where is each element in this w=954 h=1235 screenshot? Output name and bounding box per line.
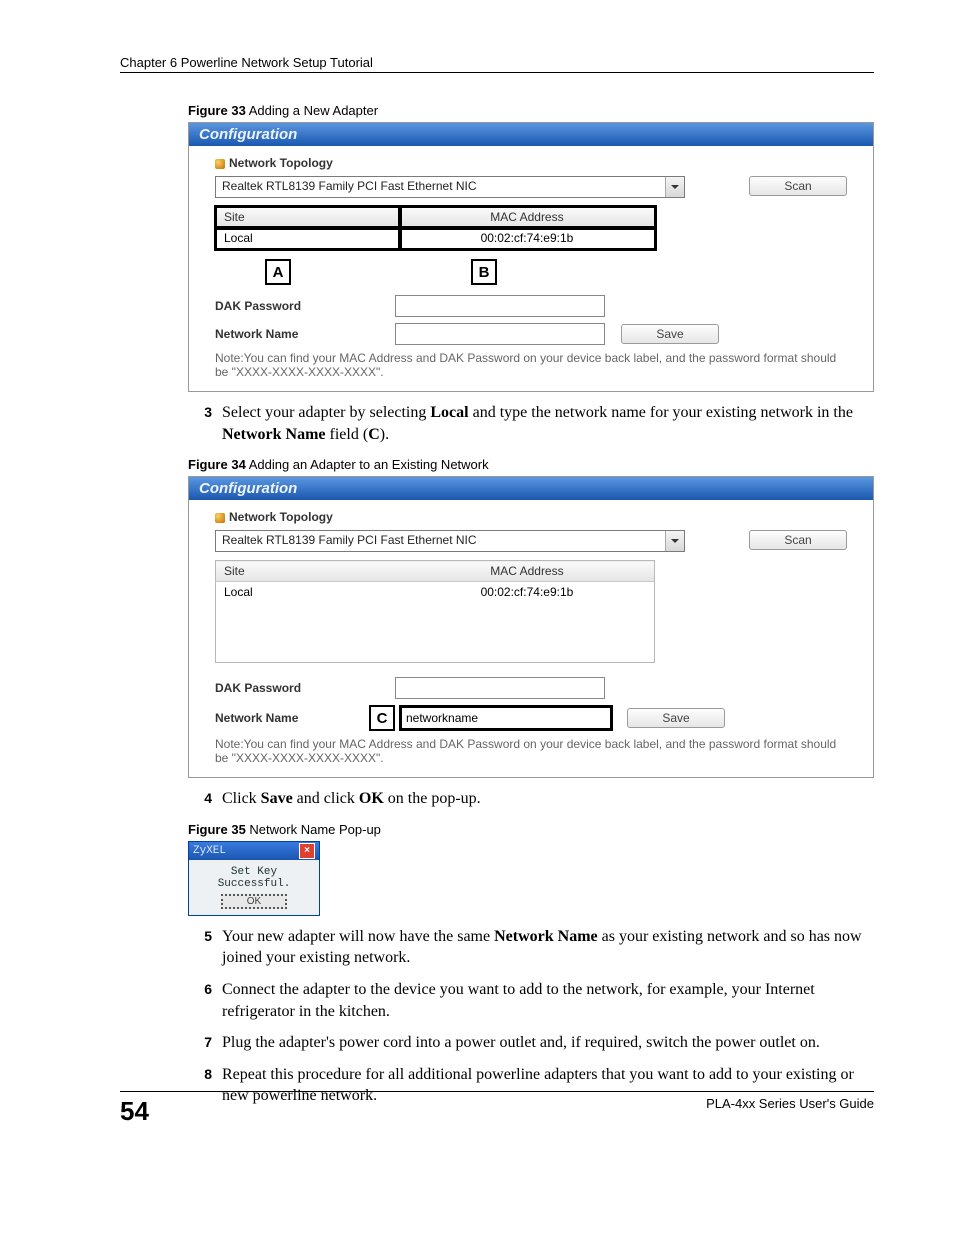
marker-a: A <box>265 259 291 285</box>
table-row[interactable]: Local 00:02:cf:74:e9:1b <box>216 228 655 249</box>
nic-select-value: Realtek RTL8139 Family PCI Fast Ethernet… <box>216 177 665 197</box>
step-3: 3Select your adapter by selecting Local … <box>222 402 874 445</box>
scan-button[interactable]: Scan <box>749 530 847 550</box>
step-number: 5 <box>188 927 212 946</box>
config-titlebar: Configuration <box>189 477 873 500</box>
figure-35-caption: Figure 35 Network Name Pop-up <box>188 822 874 837</box>
table-row <box>216 602 655 622</box>
marker-c: C <box>369 705 395 731</box>
step-5: 5Your new adapter will now have the same… <box>222 926 874 969</box>
page-number: 54 <box>120 1096 149 1127</box>
figure-33-title: Adding a New Adapter <box>246 103 378 118</box>
dak-password-input[interactable] <box>395 677 605 699</box>
network-name-input[interactable] <box>401 707 611 729</box>
table-row[interactable]: Local 00:02:cf:74:e9:1b <box>216 582 655 603</box>
grid-cell-site: Local <box>216 228 400 249</box>
step-number: 6 <box>188 980 212 999</box>
grid-col-mac: MAC Address <box>400 207 655 228</box>
table-row <box>216 642 655 663</box>
popup-dialog: ZyXEL × Set Key Successful. OK <box>188 841 320 916</box>
figure-35-title: Network Name Pop-up <box>246 822 381 837</box>
note-text: Note:You can find your MAC Address and D… <box>215 737 847 765</box>
figure-34-panel: Configuration Network Topology Realtek R… <box>188 476 874 778</box>
network-name-input[interactable] <box>395 323 605 345</box>
nic-select-value: Realtek RTL8139 Family PCI Fast Ethernet… <box>216 531 665 551</box>
save-button[interactable]: Save <box>621 324 719 344</box>
network-topology-heading: Network Topology <box>215 510 847 524</box>
chevron-down-icon[interactable] <box>665 531 684 551</box>
dak-password-input[interactable] <box>395 295 605 317</box>
config-titlebar: Configuration <box>189 123 873 146</box>
popup-titlebar: ZyXEL × <box>189 842 319 860</box>
grid-cell-mac: 00:02:cf:74:e9:1b <box>400 582 655 603</box>
scan-button[interactable]: Scan <box>749 176 847 196</box>
note-text: Note:You can find your MAC Address and D… <box>215 351 847 379</box>
dak-password-label: DAK Password <box>215 681 395 695</box>
figure-34-label: Figure 34 <box>188 457 246 472</box>
figure-34-title: Adding an Adapter to an Existing Network <box>246 457 489 472</box>
guide-title: PLA-4xx Series User's Guide <box>706 1096 874 1111</box>
grid-col-site: Site <box>216 207 400 228</box>
step-4: 4Click Save and click OK on the pop-up. <box>222 788 874 810</box>
adapter-grid[interactable]: Site MAC Address Local 00:02:cf:74:e9:1b <box>215 206 655 249</box>
page-footer: 54 PLA-4xx Series User's Guide <box>120 1091 874 1127</box>
step-number: 8 <box>188 1065 212 1084</box>
step-6: 6Connect the adapter to the device you w… <box>222 979 874 1022</box>
save-button[interactable]: Save <box>627 708 725 728</box>
network-name-label: Network Name <box>215 327 395 341</box>
nic-select[interactable]: Realtek RTL8139 Family PCI Fast Ethernet… <box>215 176 685 198</box>
grid-col-site: Site <box>216 561 400 582</box>
figure-33-label: Figure 33 <box>188 103 246 118</box>
ok-button[interactable]: OK <box>221 894 287 909</box>
marker-b: B <box>471 259 497 285</box>
grid-cell-mac: 00:02:cf:74:e9:1b <box>400 228 655 249</box>
dak-password-label: DAK Password <box>215 299 395 313</box>
chapter-header: Chapter 6 Powerline Network Setup Tutori… <box>120 55 874 73</box>
network-topology-heading: Network Topology <box>215 156 847 170</box>
popup-message: Set Key Successful. <box>195 866 313 890</box>
step-7: 7Plug the adapter's power cord into a po… <box>222 1032 874 1054</box>
close-icon[interactable]: × <box>299 843 315 859</box>
figure-33-caption: Figure 33 Adding a New Adapter <box>188 103 874 118</box>
nic-select[interactable]: Realtek RTL8139 Family PCI Fast Ethernet… <box>215 530 685 552</box>
figure-35-label: Figure 35 <box>188 822 246 837</box>
figure-33-panel: Configuration Network Topology Realtek R… <box>188 122 874 392</box>
grid-col-mac: MAC Address <box>400 561 655 582</box>
grid-cell-site: Local <box>216 582 400 603</box>
adapter-grid[interactable]: Site MAC Address Local 00:02:cf:74:e9:1b <box>215 560 655 663</box>
network-name-label: Network Name <box>215 711 369 725</box>
step-number: 7 <box>188 1033 212 1052</box>
step-number: 3 <box>188 403 212 422</box>
table-row <box>216 622 655 642</box>
figure-34-caption: Figure 34 Adding an Adapter to an Existi… <box>188 457 874 472</box>
chevron-down-icon[interactable] <box>665 177 684 197</box>
step-number: 4 <box>188 789 212 808</box>
popup-brand: ZyXEL <box>193 845 226 857</box>
